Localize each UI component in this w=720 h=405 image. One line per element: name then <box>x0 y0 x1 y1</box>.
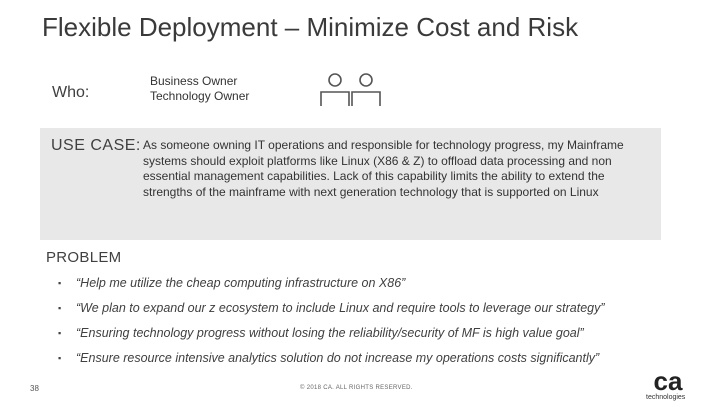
two-people-icon <box>320 73 381 106</box>
problem-quote-text: “Ensuring technology progress without lo… <box>76 325 584 340</box>
who-label: Who: <box>52 84 90 101</box>
copyright-text: © 2018 CA. ALL RIGHTS RESERVED. <box>300 385 413 391</box>
slide-title: Flexible Deployment – Minimize Cost and … <box>42 12 579 42</box>
logo-mark-text: ca <box>654 366 683 396</box>
problem-quote: ▪ “Help me utilize the cheap computing i… <box>58 270 605 295</box>
use-case-text: As someone owning IT operations and resp… <box>143 138 624 199</box>
bullet-icon: ▪ <box>58 302 62 313</box>
problem-quote: ▪ “We plan to expand our z ecosystem to … <box>58 295 605 320</box>
who-line-business-owner: Business Owner <box>150 74 238 88</box>
bullet-icon: ▪ <box>58 327 62 338</box>
bullet-icon: ▪ <box>58 352 62 363</box>
use-case-label: USE CASE: <box>51 137 141 154</box>
problem-label: PROBLEM <box>46 249 122 266</box>
problem-quote-text: “We plan to expand our z ecosystem to in… <box>76 300 605 315</box>
problem-quote: ▪ “Ensuring technology progress without … <box>58 320 605 345</box>
who-line-technology-owner: Technology Owner <box>150 89 250 103</box>
problem-quote: ▪ “Ensure resource intensive analytics s… <box>58 345 605 370</box>
bullet-icon: ▪ <box>58 277 62 288</box>
page-number: 38 <box>30 384 39 393</box>
problem-quote-text: “Ensure resource intensive analytics sol… <box>76 350 600 365</box>
problem-quote-text: “Help me utilize the cheap computing inf… <box>76 275 406 290</box>
logo-subtext: technologies <box>646 394 686 401</box>
problem-quote-list: ▪ “Help me utilize the cheap computing i… <box>58 270 605 370</box>
who-value: Business Owner Technology Owner <box>150 74 249 104</box>
